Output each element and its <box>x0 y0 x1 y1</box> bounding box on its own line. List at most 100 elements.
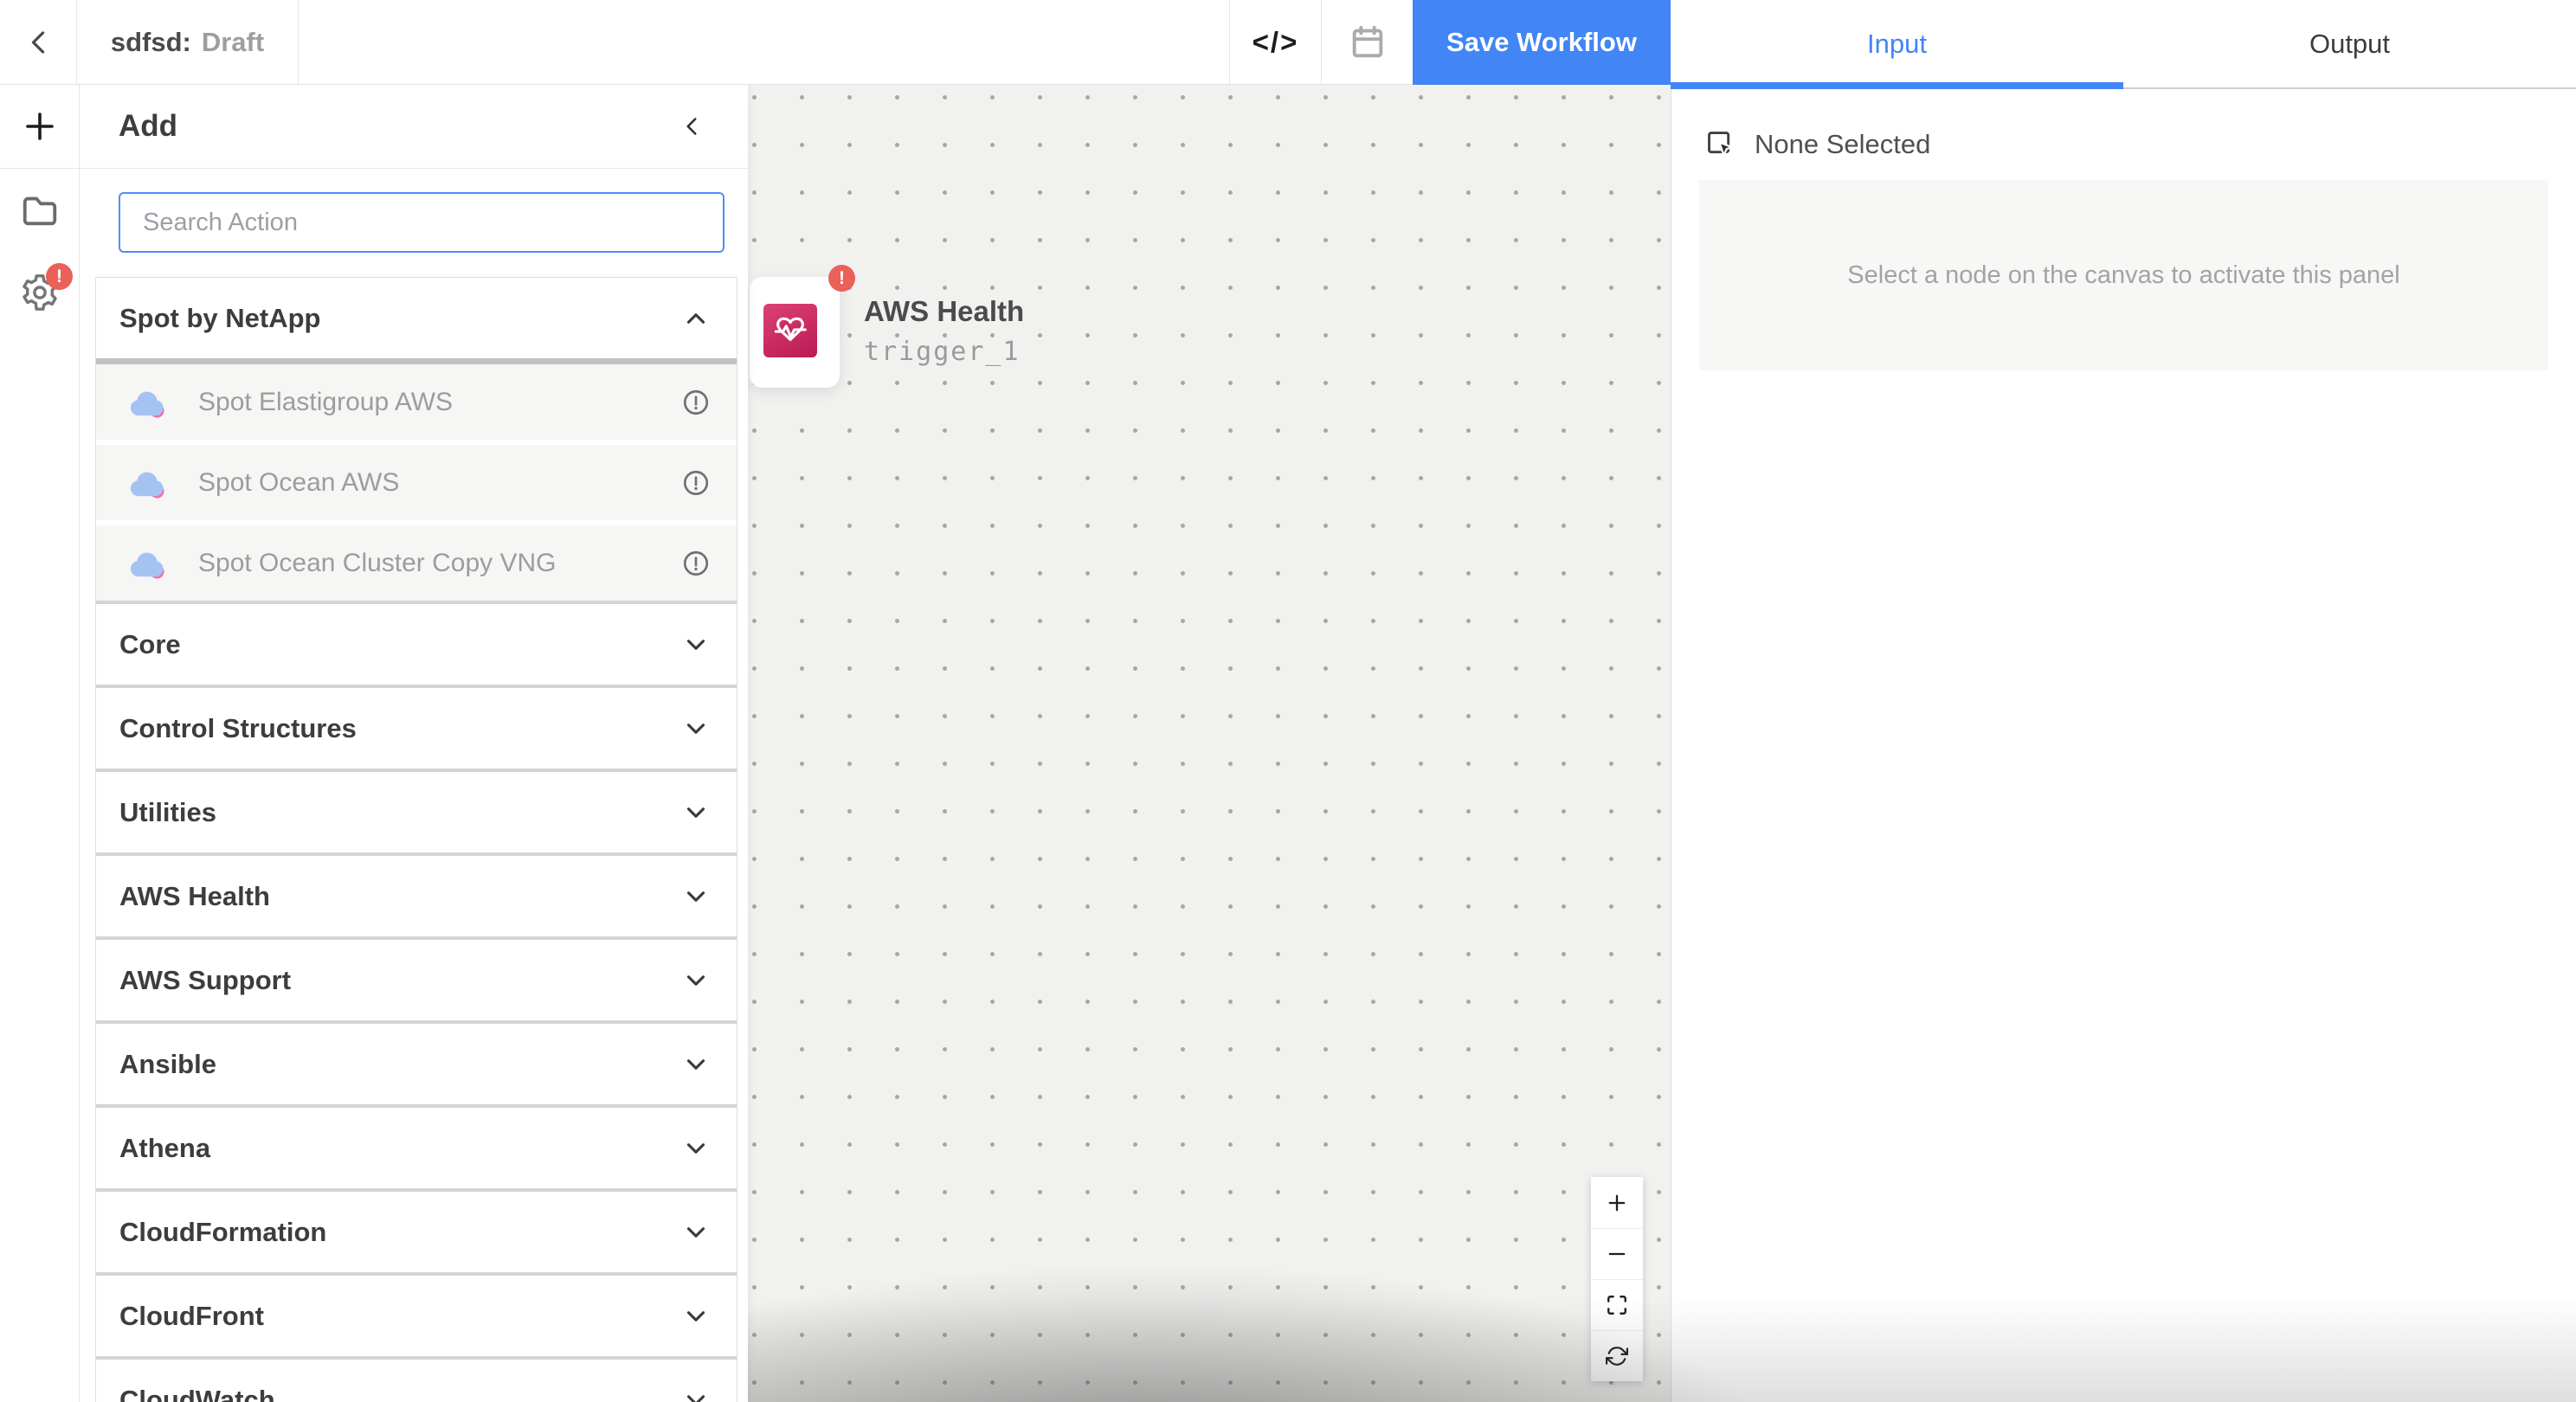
chevron-down-icon <box>681 630 711 659</box>
section-aws-support[interactable]: AWS Support <box>96 940 737 1020</box>
minus-icon <box>1605 1242 1629 1266</box>
node-title: AWS Health <box>864 295 1024 328</box>
info-icon[interactable] <box>681 549 711 578</box>
left-icon-rail: ! <box>0 85 80 1402</box>
tab-output[interactable]: Output <box>2123 0 2576 87</box>
zoom-in-button[interactable] <box>1591 1177 1643 1228</box>
empty-state-box: Select a node on the canvas to activate … <box>1699 180 2548 370</box>
calendar-icon <box>1348 23 1388 62</box>
zoom-out-button[interactable] <box>1591 1228 1643 1279</box>
workflow-node-aws-health[interactable]: ! <box>750 277 840 388</box>
action-section: CloudWatch <box>96 1356 737 1402</box>
add-node-button[interactable] <box>0 85 80 168</box>
workflow-editor: ! AWS Health trigger_1 <box>0 0 2576 1402</box>
workflow-title: sdfsd: Draft <box>77 0 299 84</box>
workflow-name: sdfsd: <box>111 27 191 58</box>
folder-icon <box>20 190 60 230</box>
section-control-structures[interactable]: Control Structures <box>96 688 737 769</box>
collapse-sidebar-button[interactable] <box>677 112 706 141</box>
action-section: CloudFormation <box>96 1188 737 1272</box>
section-items: Spot Elastigroup AWS Spot Ocean AWS Spot… <box>96 358 737 601</box>
search-action-input[interactable] <box>119 192 724 253</box>
inspector-tabs: Input Output <box>1671 0 2576 89</box>
section-label: AWS Support <box>119 965 681 996</box>
action-section: Control Structures <box>96 685 737 769</box>
action-sections: Spot by NetApp Spot Elastigroup AWS Spot… <box>95 277 737 1402</box>
save-workflow-button[interactable]: Save Workflow <box>1413 0 1671 85</box>
section-label: Athena <box>119 1133 681 1164</box>
chevron-down-icon <box>681 1302 711 1331</box>
section-cloudfront[interactable]: CloudFront <box>96 1276 737 1356</box>
chevron-down-icon <box>681 714 711 743</box>
aws-health-heart-icon <box>763 304 817 357</box>
action-item-label: Spot Elastigroup AWS <box>198 388 681 417</box>
selection-status-row: None Selected <box>1671 89 2576 180</box>
section-label: Spot by NetApp <box>119 303 681 334</box>
section-utilities[interactable]: Utilities <box>96 772 737 852</box>
section-label: Ansible <box>119 1049 681 1080</box>
schedule-button[interactable] <box>1322 0 1413 84</box>
active-tab-underline <box>1671 82 2123 89</box>
chevron-down-icon <box>681 1218 711 1247</box>
add-action-sidebar: Add Spot by NetApp Spot Elastigroup AWS <box>80 85 748 1402</box>
workflow-status: Draft <box>202 27 264 58</box>
info-icon[interactable] <box>681 468 711 498</box>
plus-icon <box>19 106 61 147</box>
settings-button[interactable]: ! <box>0 251 80 334</box>
cloud-icon <box>127 384 167 421</box>
tab-input[interactable]: Input <box>1671 0 2123 87</box>
action-section: AWS Support <box>96 936 737 1020</box>
action-section: CloudFront <box>96 1272 737 1356</box>
section-label: CloudFront <box>119 1301 681 1332</box>
back-chevron-icon <box>19 23 57 61</box>
action-section: Ansible <box>96 1020 737 1104</box>
code-view-button[interactable]: </> <box>1229 0 1322 84</box>
section-label: Control Structures <box>119 713 681 744</box>
section-label: Utilities <box>119 797 681 828</box>
sidebar-title: Add <box>119 109 677 144</box>
fit-view-button[interactable] <box>1591 1279 1643 1330</box>
chevron-down-icon <box>681 798 711 827</box>
cloud-icon <box>127 465 167 501</box>
sidebar-header: Add <box>80 85 748 169</box>
empty-state-message: Select a node on the canvas to activate … <box>1847 261 2399 290</box>
chevron-down-icon <box>681 1050 711 1079</box>
info-icon[interactable] <box>681 388 711 417</box>
selection-status-label: None Selected <box>1755 129 1930 160</box>
reset-view-button[interactable] <box>1591 1330 1643 1381</box>
fullscreen-icon <box>1606 1294 1628 1316</box>
cloud-icon <box>127 545 167 582</box>
section-cloudwatch[interactable]: CloudWatch <box>96 1360 737 1402</box>
chevron-down-icon <box>681 882 711 911</box>
action-section: AWS Health <box>96 852 737 936</box>
section-label: CloudWatch <box>119 1385 681 1402</box>
action-item-spot-ocean-aws[interactable]: Spot Ocean AWS <box>96 445 737 520</box>
action-item-label: Spot Ocean AWS <box>198 468 681 498</box>
files-button[interactable] <box>0 169 80 252</box>
action-section: Athena <box>96 1104 737 1188</box>
top-bar: sdfsd: Draft </> Save Workflow <box>0 0 1671 85</box>
action-section: Spot by NetApp Spot Elastigroup AWS Spot… <box>96 278 737 601</box>
section-athena[interactable]: Athena <box>96 1108 737 1188</box>
chevron-up-icon <box>681 304 711 333</box>
search-area <box>80 169 748 277</box>
action-section: Utilities <box>96 769 737 852</box>
section-cloudformation[interactable]: CloudFormation <box>96 1192 737 1272</box>
node-error-badge: ! <box>828 265 855 292</box>
node-subtitle: trigger_1 <box>864 337 1021 367</box>
settings-alert-badge: ! <box>46 263 73 290</box>
back-button[interactable] <box>0 0 77 84</box>
action-item-label: Spot Ocean Cluster Copy VNG <box>198 549 681 578</box>
cursor-select-icon <box>1704 128 1737 161</box>
action-item-spot-elastigroup-aws[interactable]: Spot Elastigroup AWS <box>96 364 737 440</box>
plus-icon <box>1605 1191 1629 1215</box>
section-aws-health[interactable]: AWS Health <box>96 856 737 936</box>
section-spot-by-netapp[interactable]: Spot by NetApp <box>96 278 737 358</box>
section-label: CloudFormation <box>119 1217 681 1248</box>
canvas-zoom-controls <box>1591 1177 1643 1381</box>
inspector-panel: None Selected Select a node on the canva… <box>1671 89 2576 1402</box>
section-ansible[interactable]: Ansible <box>96 1024 737 1104</box>
action-item-spot-ocean-cluster-copy-vng[interactable]: Spot Ocean Cluster Copy VNG <box>96 525 737 601</box>
section-core[interactable]: Core <box>96 604 737 685</box>
code-icon: </> <box>1253 26 1299 59</box>
